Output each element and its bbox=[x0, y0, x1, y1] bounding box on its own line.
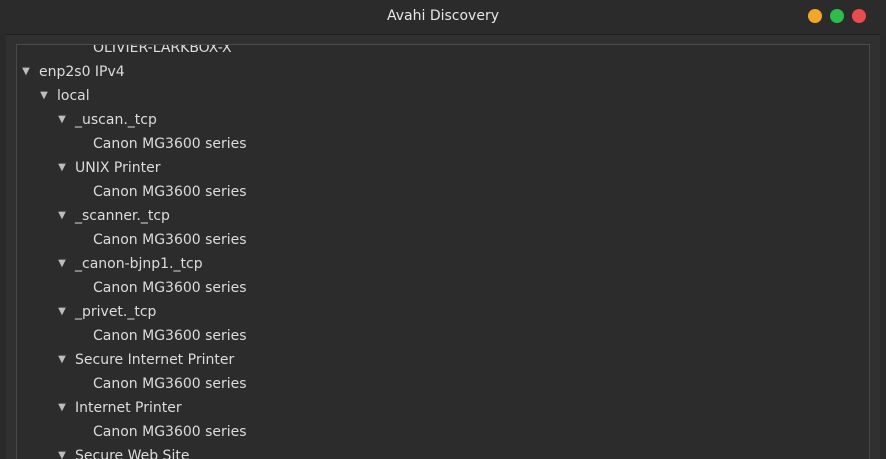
tree-service-row[interactable]: Canon MG3600 series bbox=[17, 324, 869, 348]
tree-row-label: _scanner._tcp bbox=[75, 208, 170, 224]
tree-service-row[interactable]: OLIVIER-LARKBOX-X bbox=[17, 44, 869, 60]
tree-group-row[interactable]: ▼ local bbox=[17, 84, 869, 108]
tree-row-label: UNIX Printer bbox=[75, 160, 161, 176]
tree-service-row[interactable]: Canon MG3600 series bbox=[17, 372, 869, 396]
background-window-edge-right bbox=[880, 34, 886, 459]
close-button[interactable] bbox=[852, 9, 866, 23]
expander-triangle-down-icon[interactable]: ▼ bbox=[56, 156, 68, 180]
tree-group-row[interactable]: ▼ _privet._tcp bbox=[17, 300, 869, 324]
tree-row-label: _uscan._tcp bbox=[75, 112, 157, 128]
tree-service-row[interactable]: Canon MG3600 series bbox=[17, 420, 869, 444]
expander-triangle-down-icon[interactable]: ▼ bbox=[38, 84, 50, 108]
tree-row-label: _canon-bjnp1._tcp bbox=[75, 256, 203, 272]
avahi-discovery-window: Avahi Discovery OLIVIER-LARKBOX-X ▼ enp2s0… bbox=[0, 0, 886, 459]
tree-group-row[interactable]: ▼ Secure Internet Printer bbox=[17, 348, 869, 372]
tree-row-label: _privet._tcp bbox=[75, 304, 157, 320]
tree-service-row[interactable]: Canon MG3600 series bbox=[17, 276, 869, 300]
title-bar[interactable]: Avahi Discovery bbox=[0, 0, 886, 35]
tree-group-row[interactable]: ▼ enp2s0 IPv4 bbox=[17, 60, 869, 84]
tree-service-row[interactable]: Canon MG3600 series bbox=[17, 180, 869, 204]
minimize-button[interactable] bbox=[808, 9, 822, 23]
tree-row-label: Canon MG3600 series bbox=[93, 136, 247, 152]
tree-row-label: Canon MG3600 series bbox=[93, 280, 247, 296]
expander-triangle-down-icon[interactable]: ▼ bbox=[56, 300, 68, 324]
window-title: Avahi Discovery bbox=[387, 8, 499, 24]
expander-triangle-down-icon[interactable]: ▼ bbox=[56, 396, 68, 420]
tree-group-row[interactable]: ▼ _uscan._tcp bbox=[17, 108, 869, 132]
expander-triangle-down-icon[interactable]: ▼ bbox=[56, 204, 68, 228]
tree-row-label: Internet Printer bbox=[75, 400, 182, 416]
tree-group-row[interactable]: ▼ _scanner._tcp bbox=[17, 204, 869, 228]
tree-row-label: Canon MG3600 series bbox=[93, 232, 247, 248]
tree-row-label: Canon MG3600 series bbox=[93, 184, 247, 200]
expander-triangle-down-icon[interactable]: ▼ bbox=[20, 60, 32, 84]
expander-triangle-down-icon[interactable]: ▼ bbox=[56, 108, 68, 132]
tree-row-label: enp2s0 IPv4 bbox=[39, 64, 125, 80]
expander-triangle-down-icon[interactable]: ▼ bbox=[56, 252, 68, 276]
tree-row-label: Secure Internet Printer bbox=[75, 352, 235, 368]
expander-triangle-down-icon[interactable]: ▼ bbox=[56, 444, 68, 459]
tree-row-label: Secure Web Site bbox=[75, 448, 190, 459]
tree-service-row[interactable]: Canon MG3600 series bbox=[17, 228, 869, 252]
tree-row-label: local bbox=[57, 88, 90, 104]
expander-triangle-down-icon[interactable]: ▼ bbox=[56, 348, 68, 372]
maximize-button[interactable] bbox=[830, 9, 844, 23]
tree-row-label: OLIVIER-LARKBOX-X bbox=[93, 44, 232, 56]
tree-row-label: Canon MG3600 series bbox=[93, 424, 247, 440]
tree-row-label: Canon MG3600 series bbox=[93, 376, 247, 392]
tree-row-label: Canon MG3600 series bbox=[93, 328, 247, 344]
background-window-edge-left bbox=[0, 34, 6, 459]
tree-service-row[interactable]: Canon MG3600 series bbox=[17, 132, 869, 156]
tree-group-row[interactable]: ▼ Secure Web Site bbox=[17, 444, 869, 459]
tree-group-row[interactable]: ▼ Internet Printer bbox=[17, 396, 869, 420]
tree-group-row[interactable]: ▼ _canon-bjnp1._tcp bbox=[17, 252, 869, 276]
tree-group-row[interactable]: ▼ UNIX Printer bbox=[17, 156, 869, 180]
service-tree-view[interactable]: OLIVIER-LARKBOX-X ▼ enp2s0 IPv4 ▼ local ▼ _usc… bbox=[16, 44, 870, 459]
